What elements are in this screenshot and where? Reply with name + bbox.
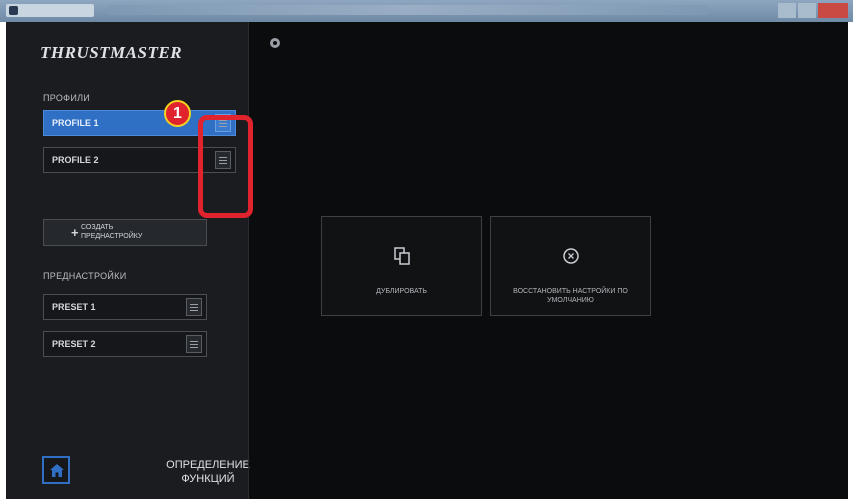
app-window: THRUSTMASTER ПРОФИЛИ PROFILE 1 PROFILE 2… xyxy=(6,22,848,499)
maximize-button[interactable] xyxy=(798,3,816,18)
titlebar-blur xyxy=(108,5,708,15)
profile-label: PROFILE 1 xyxy=(52,118,99,128)
restore-defaults-label: ВОССТАНОВИТЬ НАСТРОЙКИ ПО УМОЛЧАНИЮ xyxy=(513,288,628,304)
duplicate-icon xyxy=(393,247,410,265)
restore-defaults-button[interactable]: ВОССТАНОВИТЬ НАСТРОЙКИ ПО УМОЛЧАНИЮ xyxy=(490,216,651,316)
preset-item-2[interactable]: PRESET 2 xyxy=(43,331,207,357)
window-titlebar xyxy=(0,0,853,22)
preset-menu-button[interactable] xyxy=(186,298,202,316)
presets-heading: ПРЕДНАСТРОЙКИ xyxy=(43,271,127,281)
create-preset-label: СОЗДАТЬ ПРЕДНАСТРОЙКУ xyxy=(81,223,142,241)
sidebar: THRUSTMASTER ПРОФИЛИ PROFILE 1 PROFILE 2… xyxy=(6,22,250,499)
thrustmaster-logo: THRUSTMASTER xyxy=(40,43,183,62)
home-button[interactable] xyxy=(42,456,70,484)
create-preset-label-line2: ПРЕДНАСТРОЙКУ xyxy=(81,233,143,240)
profile-label: PROFILE 2 xyxy=(52,155,99,165)
preset-label: PRESET 1 xyxy=(52,302,96,312)
create-preset-button[interactable]: + СОЗДАТЬ ПРЕДНАСТРОЙКУ xyxy=(43,219,207,246)
function-label-line1: ОПРЕДЕЛЕНИЕ xyxy=(166,459,250,471)
restore-icon xyxy=(562,248,579,264)
preset-menu-button[interactable] xyxy=(186,335,202,353)
annotation-highlight-box xyxy=(198,115,253,218)
duplicate-button[interactable]: ДУБЛИРОВАТЬ xyxy=(321,216,482,316)
duplicate-label: ДУБЛИРОВАТЬ xyxy=(376,288,427,295)
plus-icon: + xyxy=(71,225,79,240)
settings-gear-icon[interactable] xyxy=(270,38,280,48)
sidebar-divider xyxy=(248,22,249,499)
home-icon xyxy=(50,464,64,477)
function-definition-link[interactable]: ОПРЕДЕЛЕНИЕ ФУНКЦИЙ xyxy=(153,458,263,486)
close-button[interactable] xyxy=(818,3,848,18)
function-label-line2: ФУНКЦИЙ xyxy=(181,473,235,485)
profiles-heading: ПРОФИЛИ xyxy=(43,93,91,103)
preset-label: PRESET 2 xyxy=(52,339,96,349)
create-preset-label-line1: СОЗДАТЬ xyxy=(81,224,114,231)
minimize-button[interactable] xyxy=(778,3,796,18)
annotation-number-badge: 1 xyxy=(164,100,191,127)
app-icon xyxy=(9,6,18,15)
preset-item-1[interactable]: PRESET 1 xyxy=(43,294,207,320)
window-title-area xyxy=(6,4,94,17)
window-controls xyxy=(778,3,848,18)
